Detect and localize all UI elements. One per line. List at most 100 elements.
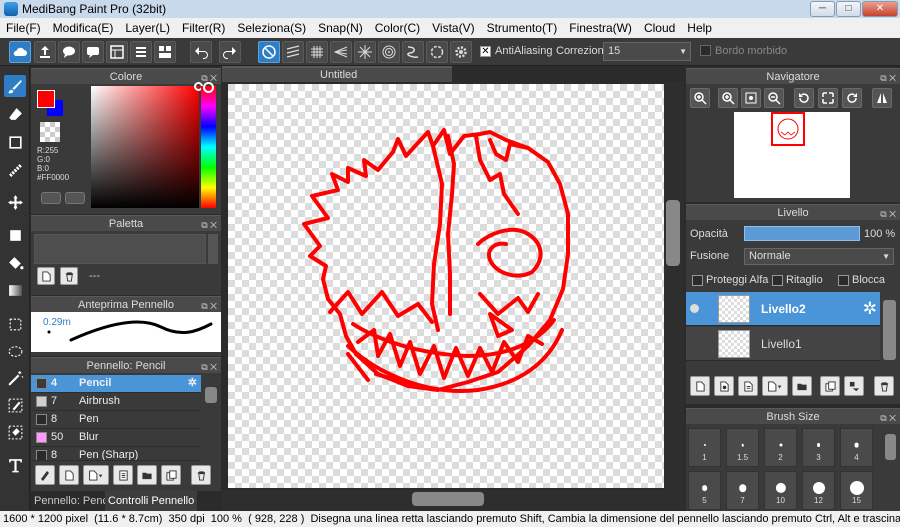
visibility-eye-icon[interactable] bbox=[690, 304, 699, 313]
menu-layer[interactable]: Layer(L) bbox=[119, 18, 176, 38]
transparent-swatch[interactable] bbox=[40, 122, 60, 142]
brush-settings-button[interactable] bbox=[113, 465, 133, 485]
gear-icon[interactable]: ✲ bbox=[188, 375, 197, 392]
brush-size-cell[interactable]: 12 bbox=[802, 471, 835, 510]
brush-type-button[interactable] bbox=[83, 465, 109, 485]
gradient-tool[interactable] bbox=[4, 279, 26, 301]
list-button[interactable] bbox=[130, 41, 152, 63]
menu-file[interactable]: File(F) bbox=[0, 18, 47, 38]
menu-window[interactable]: Finestra(W) bbox=[563, 18, 638, 38]
rotate-left-button[interactable] bbox=[794, 88, 814, 108]
brush-size-scroll-thumb[interactable] bbox=[885, 434, 896, 460]
comment-button[interactable] bbox=[58, 41, 80, 63]
text-tool[interactable] bbox=[4, 454, 26, 476]
dot-tool[interactable] bbox=[4, 159, 26, 181]
delete-brush-button[interactable] bbox=[191, 465, 211, 485]
gear-icon[interactable]: ✲ bbox=[863, 299, 877, 319]
share-button[interactable] bbox=[34, 41, 56, 63]
zoom-in-2-button[interactable] bbox=[718, 88, 738, 108]
tab-brush-controls[interactable]: Controlli Pennello bbox=[105, 491, 198, 511]
new-halftone-layer-button[interactable] bbox=[738, 376, 758, 396]
shape-tool[interactable] bbox=[4, 131, 26, 153]
menu-snap[interactable]: Snap(N) bbox=[312, 18, 369, 38]
saturation-value-picker[interactable] bbox=[91, 86, 199, 208]
cloud-button[interactable] bbox=[9, 41, 31, 63]
protect-alpha-checkbox[interactable] bbox=[692, 275, 703, 286]
add-brush-button[interactable] bbox=[35, 465, 55, 485]
palette-swatches[interactable] bbox=[34, 234, 206, 264]
concentric-snap-button[interactable] bbox=[378, 41, 400, 63]
canvas-horizontal-scroll-thumb[interactable] bbox=[412, 492, 484, 506]
layer-row-livello2[interactable]: Livello2 ✲ bbox=[686, 292, 880, 326]
add-palette-button[interactable] bbox=[37, 267, 55, 285]
redo-button[interactable] bbox=[219, 41, 241, 63]
brush-item-blur[interactable]: 50 Blur bbox=[31, 429, 201, 447]
menu-view[interactable]: Vista(V) bbox=[426, 18, 480, 38]
menu-tool[interactable]: Strumento(T) bbox=[481, 18, 564, 38]
snap-settings-button[interactable] bbox=[450, 41, 472, 63]
foreground-color-swatch[interactable] bbox=[37, 90, 55, 108]
text-balloon-button[interactable] bbox=[82, 41, 104, 63]
brush-item-airbrush[interactable]: 7 Airbrush bbox=[31, 393, 201, 411]
perspective-snap-button[interactable] bbox=[330, 41, 352, 63]
close-button[interactable]: ✕ bbox=[862, 1, 898, 17]
menu-filter[interactable]: Filter(R) bbox=[176, 18, 231, 38]
zoom-out-button[interactable] bbox=[764, 88, 784, 108]
new-layer-button[interactable] bbox=[690, 376, 710, 396]
layer-type-button[interactable] bbox=[762, 376, 788, 396]
select-eraser-tool[interactable] bbox=[4, 421, 26, 443]
zoom-fit-button[interactable] bbox=[741, 88, 761, 108]
drawing-canvas[interactable] bbox=[228, 84, 664, 488]
grid-snap-button[interactable] bbox=[306, 41, 328, 63]
layer-scroll-thumb[interactable] bbox=[883, 300, 896, 360]
magic-wand-tool[interactable] bbox=[4, 367, 26, 389]
lock-checkbox[interactable] bbox=[838, 275, 849, 286]
undo-button[interactable] bbox=[190, 41, 212, 63]
curve-snap-button[interactable] bbox=[402, 41, 424, 63]
zoom-in-button[interactable] bbox=[690, 88, 710, 108]
fill-rect-tool[interactable] bbox=[4, 224, 26, 246]
brush-size-cell[interactable]: 2 bbox=[764, 428, 797, 467]
select-pen-tool[interactable] bbox=[4, 394, 26, 416]
new-color-layer-button[interactable] bbox=[714, 376, 734, 396]
popout-icon[interactable]: ⧉ ✕ bbox=[880, 70, 896, 86]
delete-palette-button[interactable] bbox=[60, 267, 78, 285]
brush-size-cell[interactable]: 15 bbox=[840, 471, 873, 510]
rotate-right-button[interactable] bbox=[842, 88, 862, 108]
menu-edit[interactable]: Modifica(E) bbox=[47, 18, 120, 38]
palette-scrollbar[interactable] bbox=[208, 234, 218, 264]
brush-item-pencil[interactable]: 4 Pencil ✲ bbox=[31, 375, 201, 393]
snap-off-button[interactable] bbox=[258, 41, 280, 63]
blend-mode-select[interactable]: Normale ▼ bbox=[744, 248, 894, 265]
minimize-button[interactable]: ─ bbox=[810, 1, 835, 17]
canvas-vertical-scroll-thumb[interactable] bbox=[666, 200, 680, 266]
hue-cursor[interactable] bbox=[203, 82, 214, 93]
brush-size-cell[interactable]: 1 bbox=[688, 428, 721, 467]
layer-folder-button[interactable] bbox=[792, 376, 812, 396]
popout-icon[interactable]: ⧉ ✕ bbox=[880, 410, 896, 426]
merge-layer-button[interactable] bbox=[844, 376, 864, 396]
brush-size-cell[interactable]: 7 bbox=[726, 471, 759, 510]
brush-size-cell[interactable]: 3 bbox=[802, 428, 835, 467]
popout-icon[interactable]: ⧉ ✕ bbox=[880, 206, 896, 222]
duplicate-brush-button[interactable] bbox=[161, 465, 181, 485]
opacity-slider[interactable] bbox=[744, 226, 860, 241]
radial-snap-button[interactable] bbox=[354, 41, 376, 63]
flip-button[interactable] bbox=[872, 88, 892, 108]
brush-list-scroll-thumb[interactable] bbox=[205, 387, 217, 403]
layer-row-livello1[interactable]: Livello1 bbox=[686, 327, 880, 361]
menu-cloud[interactable]: Cloud bbox=[638, 18, 681, 38]
move-tool[interactable] bbox=[4, 191, 26, 213]
tab-brush[interactable]: Pennello: Pencil bbox=[31, 491, 116, 511]
brush-tool[interactable] bbox=[4, 75, 26, 97]
parallel-snap-button[interactable] bbox=[282, 41, 304, 63]
lasso-tool[interactable] bbox=[4, 340, 26, 362]
duplicate-layer-button[interactable] bbox=[820, 376, 840, 396]
grid-layout-button[interactable] bbox=[154, 41, 176, 63]
eraser-tool[interactable] bbox=[4, 103, 26, 125]
correction-select[interactable]: 15 ▼ bbox=[603, 42, 691, 61]
menu-color[interactable]: Color(C) bbox=[369, 18, 426, 38]
new-brush-button[interactable] bbox=[59, 465, 79, 485]
clipping-checkbox[interactable] bbox=[772, 275, 783, 286]
color-wheel-button[interactable] bbox=[41, 192, 61, 204]
